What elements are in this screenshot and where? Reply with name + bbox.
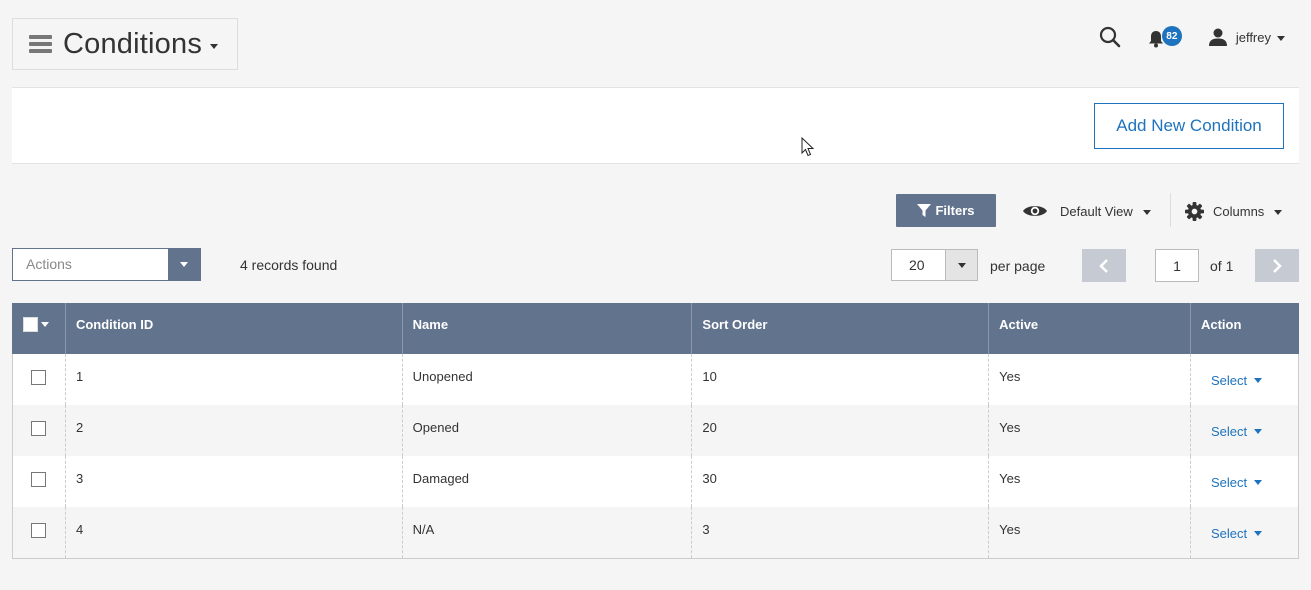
row-action-select[interactable]: Select xyxy=(1210,373,1263,388)
chevron-left-icon xyxy=(1099,258,1108,273)
row-checkbox[interactable] xyxy=(31,523,47,538)
add-new-condition-button[interactable]: Add New Condition xyxy=(1094,103,1284,149)
row-select-cell xyxy=(12,354,66,405)
chevron-down-icon xyxy=(1142,209,1151,215)
select-label: Select xyxy=(1210,526,1248,541)
table-row: 1 Unopened 10 Yes Select xyxy=(12,354,1300,405)
row-action-select[interactable]: Select xyxy=(1210,475,1263,490)
select-label: Select xyxy=(1210,373,1248,388)
page-title: Conditions xyxy=(63,27,203,60)
column-header-condition-id[interactable]: Condition ID xyxy=(64,303,403,354)
row-select-cell xyxy=(12,507,66,559)
row-checkbox[interactable] xyxy=(31,421,47,436)
column-header-name[interactable]: Name xyxy=(401,303,692,354)
gear-icon xyxy=(1185,201,1204,221)
row-select-cell xyxy=(12,405,66,456)
conditions-grid: Condition ID Name Sort Order Active Acti… xyxy=(12,303,1300,559)
current-page-input[interactable] xyxy=(1155,249,1199,282)
next-page-button[interactable] xyxy=(1255,249,1299,282)
chevron-right-icon xyxy=(1273,258,1282,273)
column-header-action: Action xyxy=(1189,303,1299,354)
cell-sort-order: 10 xyxy=(691,354,989,405)
per-page-select[interactable]: 20 xyxy=(891,249,978,281)
cell-active: Yes xyxy=(988,405,1191,456)
row-checkbox[interactable] xyxy=(31,472,47,487)
previous-page-button[interactable] xyxy=(1082,249,1126,282)
default-view-dropdown[interactable]: Default View xyxy=(1022,198,1151,224)
cell-action: Select xyxy=(1189,507,1300,559)
cell-action: Select xyxy=(1189,405,1300,456)
row-select-cell xyxy=(12,456,66,507)
per-page-label: per page xyxy=(990,258,1046,274)
table-row: 4 N/A 3 Yes Select xyxy=(12,507,1300,559)
user-icon xyxy=(1208,28,1227,46)
page-actions-bar: Add New Condition xyxy=(12,87,1299,164)
cell-sort-order: 20 xyxy=(691,405,989,456)
cell-name: Opened xyxy=(401,405,692,456)
chevron-down-icon xyxy=(41,322,49,327)
search-icon[interactable] xyxy=(1098,25,1122,49)
cell-condition-id: 2 xyxy=(64,405,403,456)
cell-condition-id: 3 xyxy=(64,456,403,507)
select-label: Select xyxy=(1210,424,1248,439)
chevron-down-icon xyxy=(1274,209,1283,215)
chevron-down-icon xyxy=(1277,35,1285,41)
cell-active: Yes xyxy=(988,456,1191,507)
actions-placeholder: Actions xyxy=(26,256,72,272)
select-all-checkbox[interactable] xyxy=(23,317,49,332)
records-found: 4 records found xyxy=(240,257,338,273)
mouse-pointer-icon xyxy=(801,137,815,157)
per-page-dropdown-toggle[interactable] xyxy=(945,250,977,280)
cell-active: Yes xyxy=(988,354,1191,405)
chevron-down-icon xyxy=(957,262,966,268)
select-all-header[interactable] xyxy=(12,303,66,354)
cell-name: Damaged xyxy=(401,456,692,507)
notifications-button[interactable]: 82 xyxy=(1148,24,1182,50)
chevron-down-icon xyxy=(1254,531,1263,536)
default-view-label: Default View xyxy=(1060,203,1133,219)
total-pages-label: of 1 xyxy=(1210,258,1234,274)
per-page-value: 20 xyxy=(909,257,925,273)
cell-active: Yes xyxy=(988,507,1191,559)
table-header-row: Condition ID Name Sort Order Active Acti… xyxy=(12,303,1299,354)
cell-condition-id: 4 xyxy=(64,507,403,559)
table-row: 3 Damaged 30 Yes Select xyxy=(12,456,1300,507)
column-header-sort-order[interactable]: Sort Order xyxy=(691,303,989,354)
columns-label: Columns xyxy=(1213,203,1265,219)
cell-name: Unopened xyxy=(401,354,692,405)
chevron-down-icon xyxy=(1254,429,1263,434)
select-label: Select xyxy=(1210,475,1248,490)
header-tools: 82 jeffrey xyxy=(1098,22,1285,52)
cell-sort-order: 3 xyxy=(691,507,989,559)
notification-badge: 82 xyxy=(1161,26,1182,46)
cell-sort-order: 30 xyxy=(691,456,989,507)
row-checkbox[interactable] xyxy=(31,370,47,385)
page-title-menu[interactable]: Conditions xyxy=(12,18,238,70)
row-action-select[interactable]: Select xyxy=(1210,526,1263,541)
actions-dropdown-toggle[interactable] xyxy=(168,249,200,280)
filters-button[interactable]: Filters xyxy=(896,194,996,227)
cell-name: N/A xyxy=(401,507,692,559)
filters-label: Filters xyxy=(935,203,975,218)
chevron-down-icon xyxy=(1254,480,1263,485)
chevron-down-icon xyxy=(180,262,188,267)
column-header-active[interactable]: Active xyxy=(988,303,1191,354)
cell-action: Select xyxy=(1189,456,1300,507)
user-name: jeffrey xyxy=(1235,29,1271,45)
chevron-down-icon xyxy=(1254,378,1263,383)
row-action-select[interactable]: Select xyxy=(1210,424,1263,439)
cell-action: Select xyxy=(1189,354,1300,405)
eye-icon xyxy=(1023,206,1047,216)
mass-actions-select[interactable]: Actions xyxy=(12,248,201,281)
user-menu[interactable]: jeffrey xyxy=(1208,27,1285,47)
filter-icon xyxy=(917,203,932,217)
hamburger-menu-icon xyxy=(29,35,52,53)
cell-condition-id: 1 xyxy=(64,354,403,405)
columns-dropdown[interactable]: Columns xyxy=(1185,198,1283,224)
chevron-down-icon xyxy=(210,43,219,49)
divider xyxy=(1170,193,1171,227)
table-row: 2 Opened 20 Yes Select xyxy=(12,405,1300,456)
